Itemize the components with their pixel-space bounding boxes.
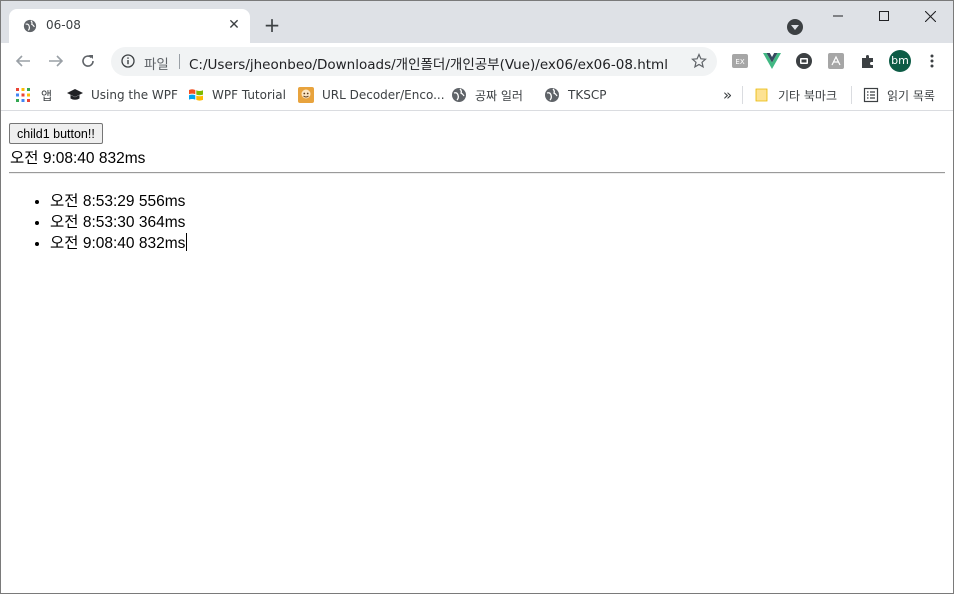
bookmarks-separator [851,86,852,104]
back-button[interactable] [13,51,33,71]
scheme-label: 파일 [144,57,169,73]
reading-list-icon [863,87,879,103]
svg-text:EX: EX [735,58,744,66]
bookmark-apps-label: 앱 [41,88,53,103]
apps-grid-icon [16,88,30,102]
globe-icon [545,88,559,102]
bookmark-apps[interactable]: 앱 [15,86,52,104]
tab-active[interactable]: 06-08 ✕ [9,9,250,43]
bookmark-folder-label: 기타 북마크 [778,88,838,103]
address-separator [179,54,180,69]
page-content: child1 button!! 오전 9:08:40 832ms 오전 8:53… [1,111,953,593]
browser-window: 06-08 ✕ + 파일 C:/Users/jheonbeo/Downloads… [0,0,954,594]
folder-icon [755,88,768,102]
globe-icon [452,88,466,102]
reload-button[interactable] [78,51,98,71]
vue-devtools-icon[interactable] [763,52,781,70]
maximize-icon [879,11,889,21]
bookmark-item[interactable]: URL Decoder/Enco... [298,86,445,104]
windows-flag-icon [189,89,203,101]
url-decoder-favicon-icon [298,87,314,103]
text-cursor [186,233,188,251]
graduation-cap-icon [67,89,83,100]
bookmark-label: WPF Tutorial [212,88,286,102]
extension-ex-icon[interactable]: EX [731,52,749,70]
close-icon [924,10,936,22]
bookmark-label: URL Decoder/Enco... [322,88,445,102]
list-item: 오전 9:08:40 832ms [50,233,188,254]
reading-list-label: 읽기 목록 [887,88,935,103]
bookmark-folder-other[interactable]: 기타 북마크 [754,86,837,104]
list-item: 오전 8:53:29 556ms [50,191,187,212]
bookmarks-overflow-button[interactable]: » [723,86,732,104]
list-item: 오전 8:53:30 364ms [50,212,187,233]
forward-button[interactable] [46,51,66,71]
tab-title: 06-08 [46,18,81,32]
bookmark-item[interactable]: Using the WPF [67,86,178,104]
log-entry: 오전 9:08:40 832ms [50,235,186,252]
bookmark-item[interactable]: 공짜 일러 [451,86,523,104]
url-text[interactable]: C:/Users/jheonbeo/Downloads/개인폴더/개인공부(Vu… [189,53,668,73]
horizontal-rule [9,172,945,174]
bookmark-item[interactable]: TKSCP [544,86,606,104]
tab-search-icon[interactable] [787,19,803,35]
tab-close-icon[interactable]: ✕ [226,17,242,33]
bookmark-label: 공짜 일러 [475,88,523,103]
arrow-left-icon [15,55,30,67]
pdf-extension-icon[interactable] [827,52,845,70]
current-time-text: 오전 9:08:40 832ms [10,150,146,167]
reload-icon [82,55,94,67]
bookmark-label: Using the WPF [91,88,178,102]
bookmark-label: TKSCP [568,88,607,102]
address-bar[interactable]: 파일 C:/Users/jheonbeo/Downloads/개인폴더/개인공부… [111,47,717,76]
bookmarks-separator [742,86,743,104]
child1-button[interactable]: child1 button!! [9,123,103,144]
close-window-button[interactable] [907,1,953,31]
profile-avatar[interactable]: bm [889,50,911,72]
bookmark-item[interactable]: WPF Tutorial [188,86,286,104]
log-entry: 오전 8:53:30 364ms [50,214,186,231]
browser-toolbar: 파일 C:/Users/jheonbeo/Downloads/개인폴더/개인공부… [1,43,953,79]
globe-icon [23,19,37,33]
bookmark-star-icon[interactable] [691,53,707,69]
more-options-icon[interactable] [926,53,938,69]
extension-cast-icon[interactable] [795,52,813,70]
maximize-button[interactable] [861,1,907,31]
bookmarks-bar: 앱 Using the WPF WPF Tutorial URL Decoder… [1,79,953,111]
minimize-icon [833,15,843,17]
minimize-button[interactable] [815,1,861,31]
time-log-list: 오전 8:53:29 556ms 오전 8:53:30 364ms 오전 9:0… [1,191,188,254]
tab-strip: 06-08 ✕ + [1,1,953,43]
puzzle-icon[interactable] [859,52,877,70]
reading-list-button[interactable]: 읽기 목록 [863,86,935,104]
log-entry: 오전 8:53:29 556ms [50,193,186,210]
info-icon[interactable] [121,54,135,68]
arrow-right-icon [49,55,64,67]
new-tab-button[interactable]: + [262,15,282,35]
